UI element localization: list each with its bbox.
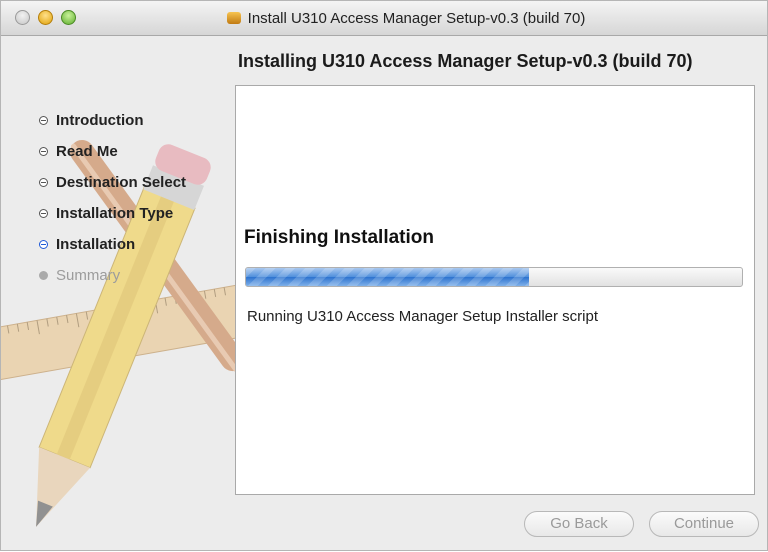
step-label: Destination Select [56,174,187,191]
step-bullet-icon [39,178,48,187]
step-bullet-icon [39,209,48,218]
step-summary: Summary [39,266,186,297]
title-bar[interactable]: Install U310 Access Manager Setup-v0.3 (… [1,1,767,36]
step-label: Installation [56,236,136,253]
go-back-button[interactable]: Go Back [524,511,634,537]
status-detail: Running U310 Access Manager Setup Instal… [247,308,599,325]
step-bullet-icon [39,116,48,125]
title-wrap: Install U310 Access Manager Setup-v0.3 (… [181,1,631,35]
step-label: Installation Type [56,205,174,222]
step-label: Introduction [56,112,144,129]
package-icon [226,12,241,24]
minimize-button[interactable] [38,10,53,25]
status-title: Finishing Installation [244,227,434,248]
progress-fill [246,268,529,286]
content-panel: Finishing Installation Running U310 Acce… [235,85,755,495]
progress-bar [245,267,743,287]
installer-window: Install U310 Access Manager Setup-v0.3 (… [0,0,768,551]
continue-button[interactable]: Continue [649,511,759,537]
step-label: Read Me [56,143,118,160]
step-introduction: Introduction [39,111,186,142]
page-title: Installing U310 Access Manager Setup-v0.… [238,51,693,71]
close-button[interactable] [15,10,30,25]
window-title: Install U310 Access Manager Setup-v0.3 (… [247,9,586,27]
step-bullet-icon [39,240,48,249]
step-read-me: Read Me [39,142,186,173]
step-installation: Installation [39,235,186,266]
step-bullet-icon [39,271,48,280]
step-destination-select: Destination Select [39,173,186,204]
step-installation-type: Installation Type [39,204,186,235]
steps-list: Introduction Read Me Destination Select … [39,111,186,297]
step-bullet-icon [39,147,48,156]
zoom-button[interactable] [61,10,76,25]
step-label: Summary [56,267,121,284]
